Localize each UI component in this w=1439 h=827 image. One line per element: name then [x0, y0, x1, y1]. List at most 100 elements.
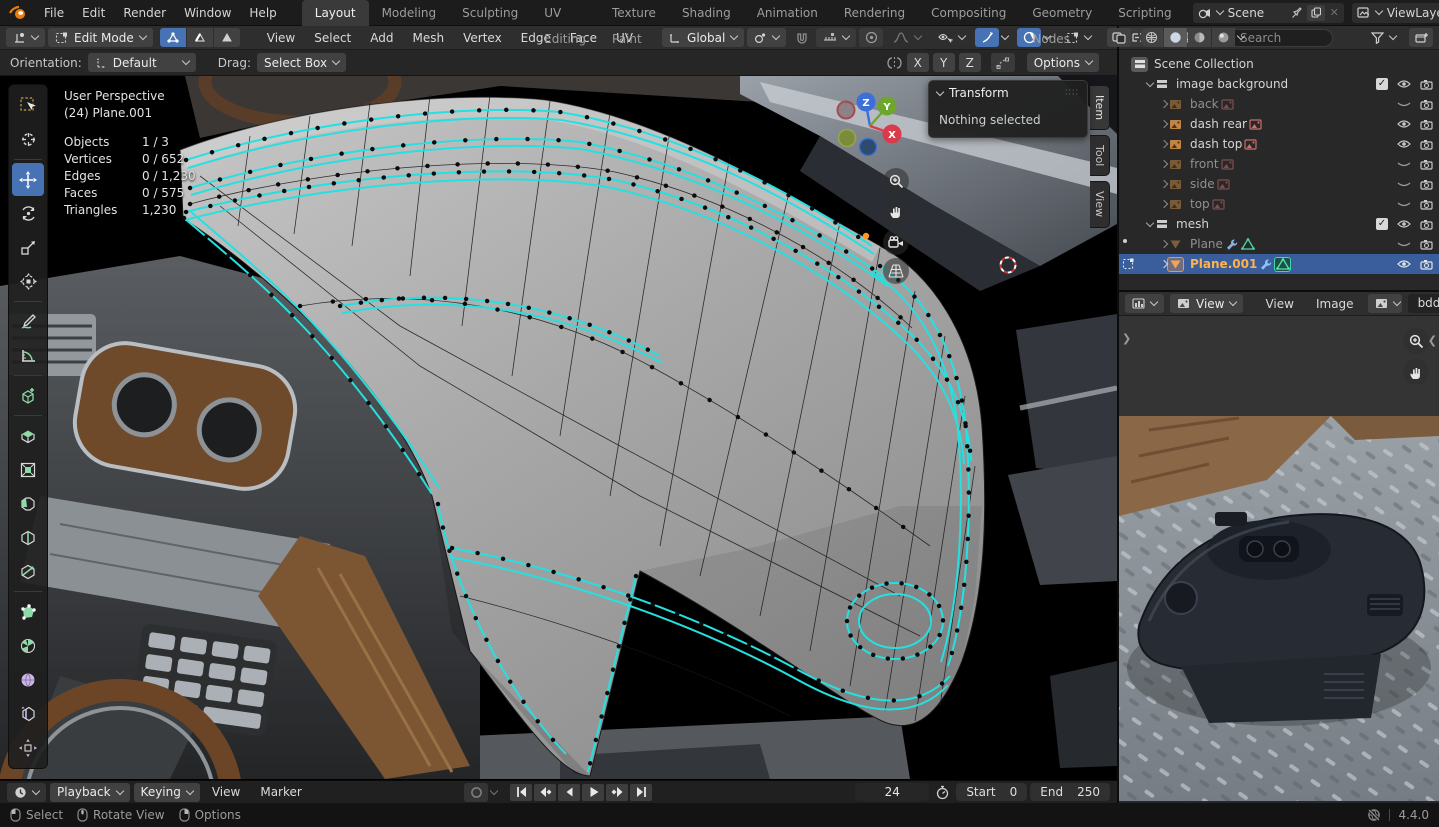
- render-visibility-icon[interactable]: [1420, 219, 1433, 230]
- tool-select-box[interactable]: [12, 89, 44, 122]
- tool-inset-faces[interactable]: [12, 453, 44, 486]
- tab-modeling[interactable]: Modeling: [369, 0, 450, 26]
- menu-ie-image[interactable]: Image: [1308, 297, 1362, 311]
- keying-dropdown[interactable]: Keying: [133, 782, 200, 802]
- select-mode-vertex-button[interactable]: [159, 28, 186, 47]
- tab-compositing[interactable]: Compositing: [918, 0, 1019, 26]
- eye-closed-icon[interactable]: [1397, 239, 1411, 249]
- mirror-icon[interactable]: [886, 56, 903, 70]
- tool-annotate[interactable]: [12, 305, 44, 338]
- shading-wireframe-button[interactable]: [1140, 28, 1164, 47]
- render-visibility-icon[interactable]: [1420, 239, 1433, 250]
- ie-zoom-button[interactable]: [1403, 328, 1429, 354]
- editor-type-dropdown[interactable]: [1125, 294, 1164, 313]
- menu-vertex[interactable]: Vertex: [455, 31, 510, 45]
- jump-to-end-button[interactable]: [630, 783, 653, 801]
- editor-type-dropdown[interactable]: [6, 28, 45, 47]
- scene-name[interactable]: Scene: [1228, 6, 1286, 20]
- select-mode-edge-button[interactable]: [186, 28, 213, 47]
- snap-toggle-button[interactable]: [789, 28, 813, 47]
- visibility-dropdown[interactable]: [931, 28, 972, 47]
- viewport-canvas[interactable]: User Perspective (24) Plane.001 Objects 1…: [0, 76, 1117, 779]
- render-visibility-icon[interactable]: [1420, 259, 1433, 270]
- image-name-field[interactable]: bdd.jpg: [1407, 294, 1439, 313]
- tool-rotate[interactable]: [12, 197, 44, 230]
- render-visibility-icon[interactable]: [1420, 99, 1433, 110]
- play-button[interactable]: [582, 783, 605, 801]
- proportional-editing-button[interactable]: [859, 28, 884, 47]
- tab-uv-editing[interactable]: UV Editing: [531, 0, 599, 46]
- tool-spin[interactable]: [12, 629, 44, 662]
- row-back[interactable]: back: [1119, 94, 1439, 114]
- tool-loop-cut[interactable]: [12, 521, 44, 554]
- panel-grip-icon[interactable]: ···· ····: [1065, 87, 1079, 99]
- render-visibility-icon[interactable]: [1420, 179, 1433, 190]
- frame-end-field[interactable]: End 250: [1030, 783, 1110, 801]
- tool-bevel[interactable]: [12, 487, 44, 520]
- tab-scripting[interactable]: Scripting: [1105, 0, 1184, 26]
- eye-open-icon[interactable]: [1397, 79, 1411, 89]
- row-dash-top[interactable]: dash top: [1119, 134, 1439, 154]
- tool-measure[interactable]: [12, 339, 44, 372]
- menu-select[interactable]: Select: [306, 31, 359, 45]
- current-frame-field[interactable]: 24: [855, 783, 930, 801]
- stopwatch-icon[interactable]: [935, 785, 950, 800]
- tool-smooth[interactable]: [12, 663, 44, 696]
- tool-transform[interactable]: [12, 265, 44, 298]
- row-mesh-collection[interactable]: mesh ✓: [1119, 214, 1439, 234]
- tool-edge-slide[interactable]: [12, 697, 44, 730]
- row-top[interactable]: top: [1119, 194, 1439, 214]
- collection-checkbox[interactable]: ✓: [1376, 218, 1388, 230]
- menu-add[interactable]: Add: [362, 31, 401, 45]
- render-visibility-icon[interactable]: [1420, 79, 1433, 90]
- prev-keyframe-button[interactable]: [534, 783, 557, 801]
- image-browse-dropdown[interactable]: [1367, 294, 1402, 313]
- tool-extrude-region[interactable]: [12, 419, 44, 452]
- eye-open-icon[interactable]: [1397, 119, 1411, 129]
- collection-checkbox[interactable]: ✓: [1376, 78, 1388, 90]
- tool-add-cube[interactable]: [12, 379, 44, 412]
- tab-sculpting[interactable]: Sculpting: [449, 0, 531, 26]
- tool-poly-build[interactable]: [12, 595, 44, 628]
- eye-open-icon[interactable]: [1397, 219, 1411, 229]
- transform-panel-header[interactable]: Transform ···· ····: [929, 81, 1087, 105]
- pivot-point-dropdown[interactable]: [747, 28, 787, 47]
- menu-window[interactable]: Window: [175, 0, 240, 26]
- zoom-view-button[interactable]: [883, 168, 909, 194]
- mirror-x-button[interactable]: X: [906, 53, 929, 72]
- row-front[interactable]: front: [1119, 154, 1439, 174]
- tool-move[interactable]: [12, 163, 44, 196]
- image-mode-dropdown[interactable]: View: [1170, 294, 1244, 313]
- orientation-default-dropdown[interactable]: Default: [87, 53, 196, 72]
- eye-closed-icon[interactable]: [1397, 179, 1411, 189]
- render-visibility-icon[interactable]: [1420, 199, 1433, 210]
- proportional-falloff-dropdown[interactable]: [886, 28, 928, 47]
- tool-options-dropdown[interactable]: Options: [1026, 53, 1099, 72]
- mirror-y-button[interactable]: Y: [932, 53, 955, 72]
- eye-open-icon[interactable]: [1397, 139, 1411, 149]
- tab-view[interactable]: View: [1090, 181, 1110, 228]
- render-visibility-icon[interactable]: [1420, 159, 1433, 170]
- menu-help[interactable]: Help: [240, 0, 285, 26]
- auto-keying-chevron[interactable]: [490, 786, 499, 795]
- tab-animation[interactable]: Animation: [744, 0, 831, 26]
- pan-view-button[interactable]: [883, 198, 909, 224]
- row-plane-001[interactable]: Plane.001: [1119, 254, 1439, 274]
- tool-cursor[interactable]: [12, 123, 44, 156]
- render-visibility-icon[interactable]: [1420, 139, 1433, 150]
- navigation-gizmo[interactable]: Z Y X: [834, 90, 906, 156]
- row-plane[interactable]: Plane: [1119, 234, 1439, 254]
- menu-view[interactable]: View: [259, 31, 303, 45]
- menu-mesh[interactable]: Mesh: [405, 31, 453, 45]
- shading-rendered-button[interactable]: [1212, 28, 1236, 47]
- row-dash-rear[interactable]: dash rear: [1119, 114, 1439, 134]
- tool-knife[interactable]: [12, 555, 44, 588]
- viewlayer-name[interactable]: ViewLayer: [1387, 6, 1439, 20]
- perspective-toggle-button[interactable]: [883, 258, 909, 284]
- timeline-editor-dropdown[interactable]: [7, 782, 46, 802]
- xray-toggle[interactable]: [1107, 28, 1132, 47]
- menu-edit[interactable]: Edit: [73, 0, 114, 26]
- tool-shrink-fatten[interactable]: [12, 731, 44, 764]
- menu-tl-marker[interactable]: Marker: [252, 785, 309, 799]
- render-visibility-icon[interactable]: [1420, 119, 1433, 130]
